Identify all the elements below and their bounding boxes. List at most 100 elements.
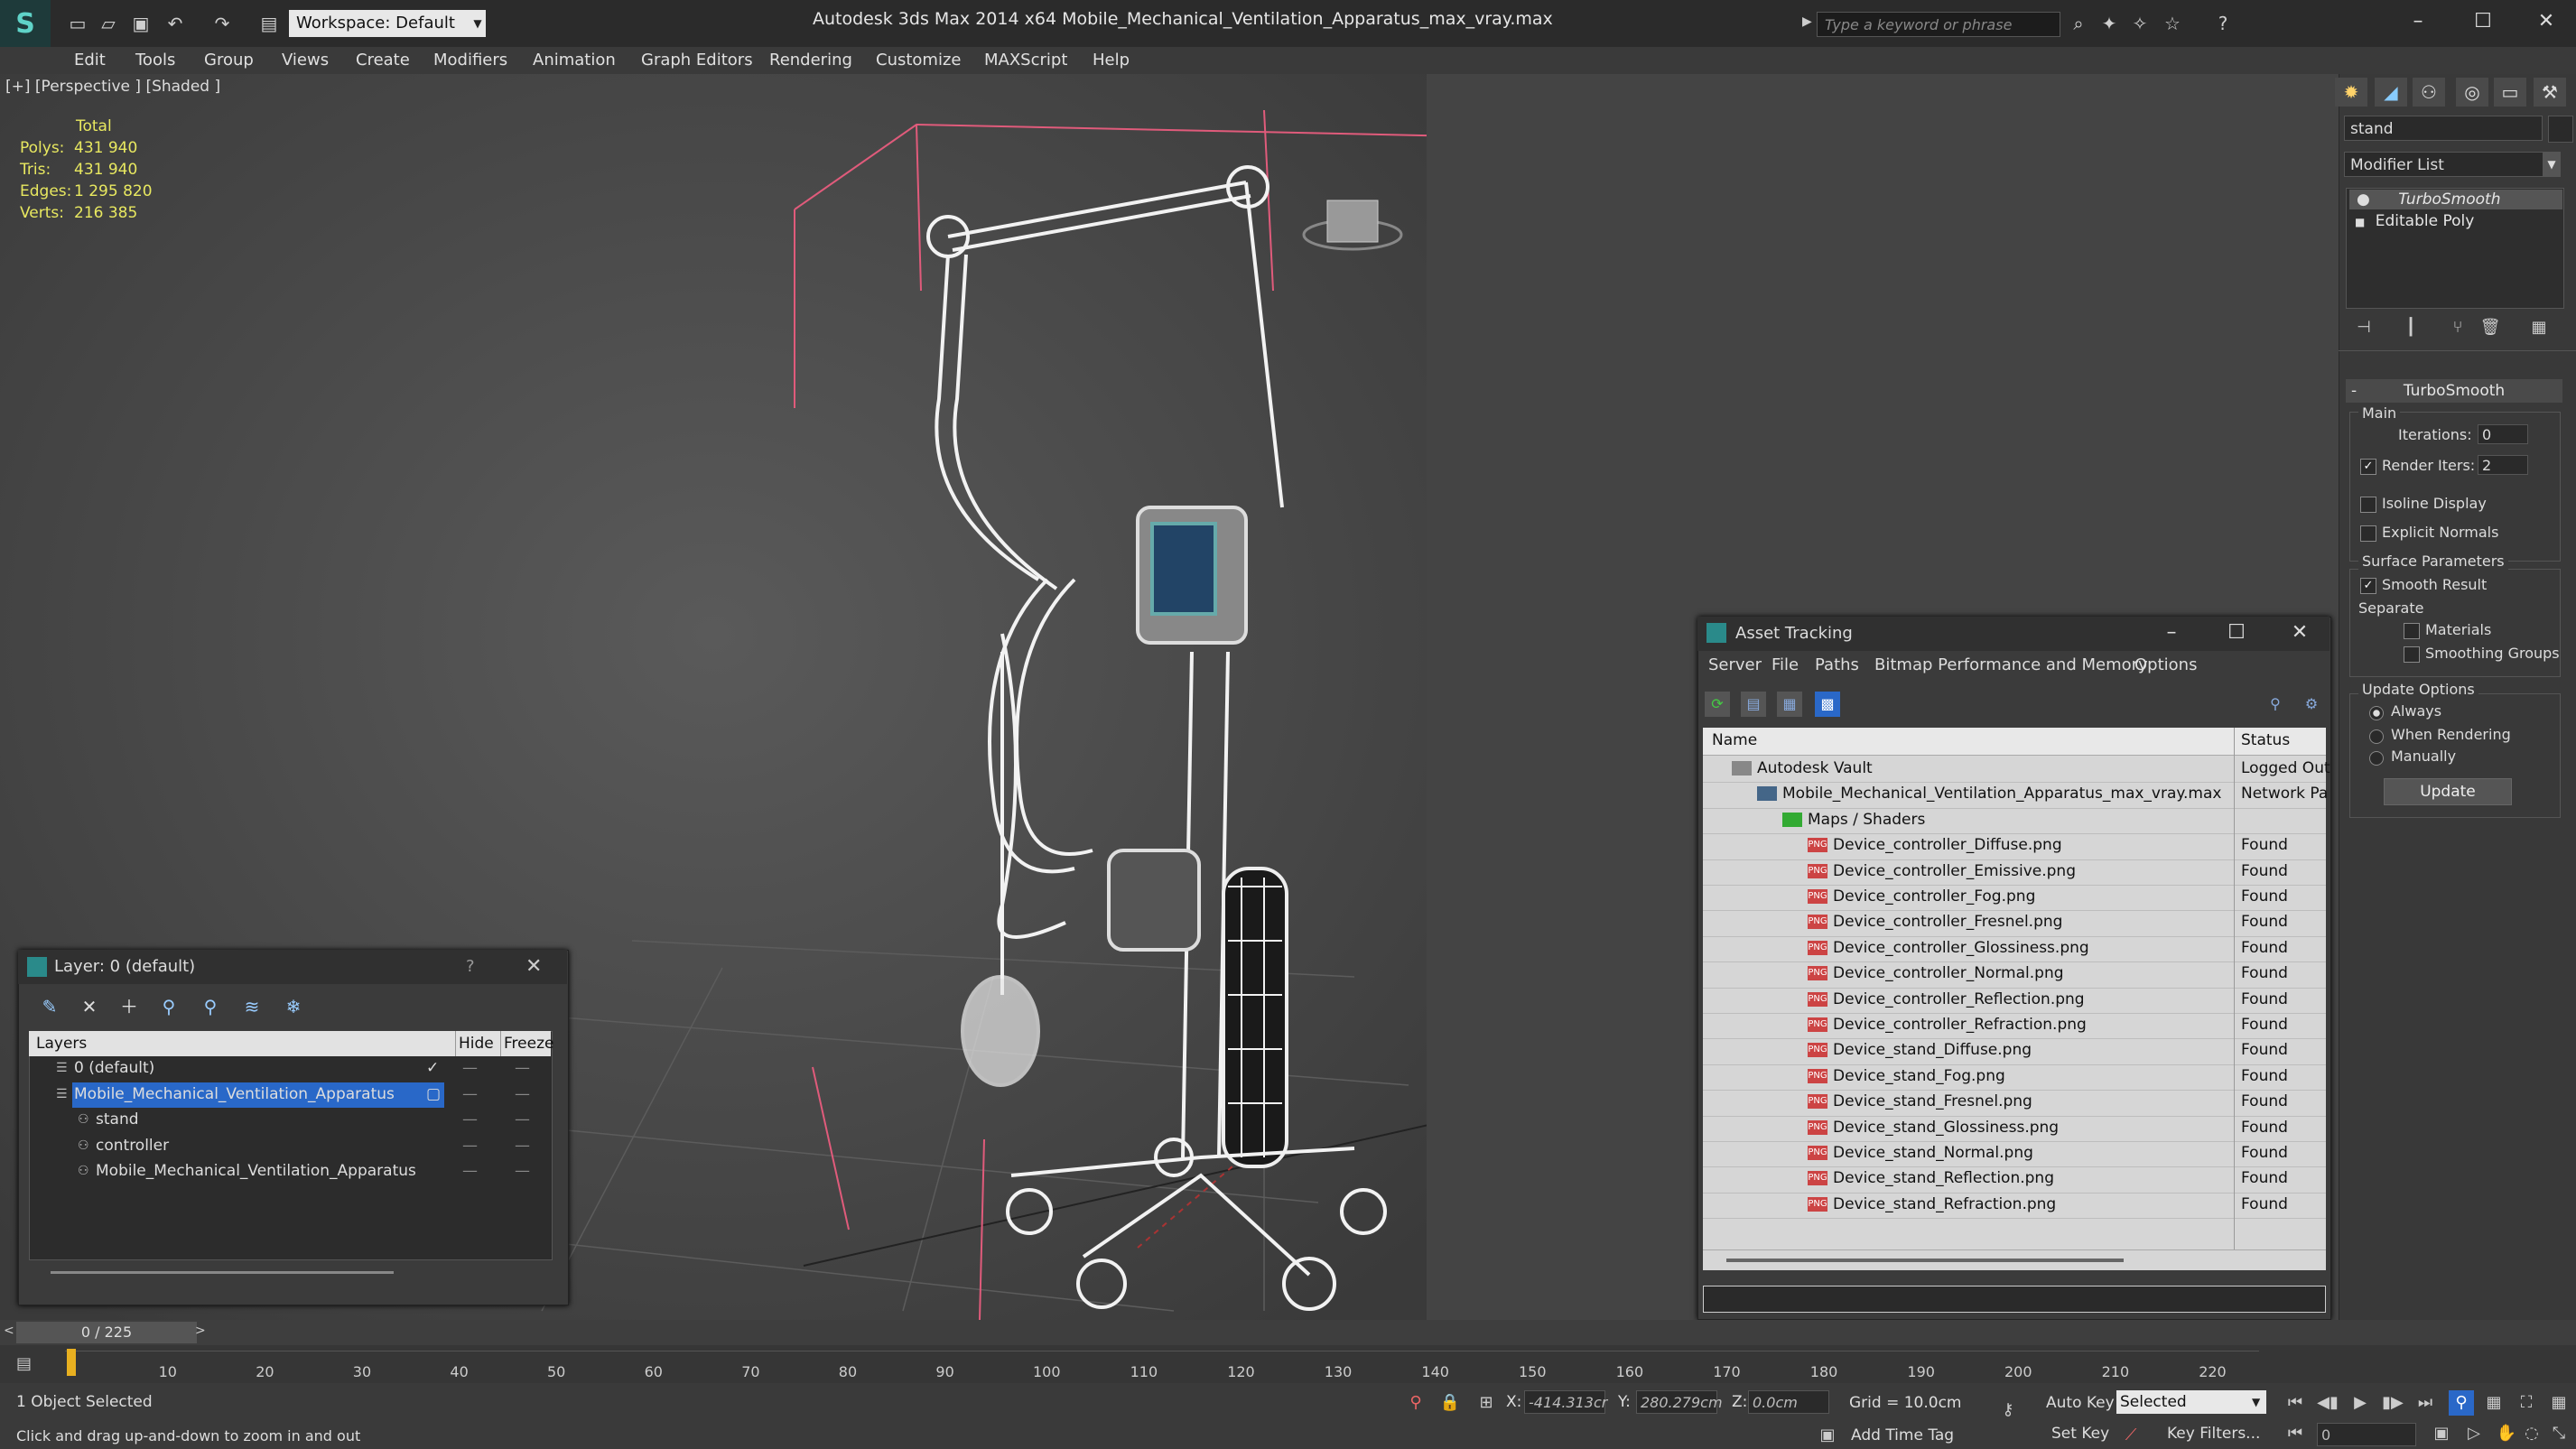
- smooth-result-checkbox[interactable]: ✓: [2360, 578, 2376, 594]
- binoculars-icon[interactable]: ⌕: [2066, 11, 2091, 36]
- asset-row[interactable]: Maps / Shaders: [1703, 808, 2326, 835]
- modifier-list-arrow-icon[interactable]: ▼: [2543, 152, 2561, 177]
- prev-frame-icon[interactable]: <: [4, 1324, 14, 1338]
- materials-checkbox[interactable]: [2404, 623, 2420, 639]
- key-filters-button[interactable]: Key Filters...: [2167, 1425, 2260, 1443]
- freeze-all-icon[interactable]: ❄: [280, 993, 307, 1020]
- favorites-star-icon[interactable]: ☆: [2160, 11, 2185, 36]
- asset-path-field[interactable]: [1703, 1286, 2326, 1313]
- asset-row[interactable]: Autodesk Vault Logged Out: [1703, 757, 2330, 784]
- table-view-icon[interactable]: ▩: [1815, 692, 1840, 717]
- current-layer-icon[interactable]: ▢: [426, 1085, 441, 1103]
- field-of-view-icon[interactable]: ▷: [2461, 1421, 2487, 1446]
- undo-icon[interactable]: ↶: [163, 11, 188, 36]
- menu-create[interactable]: Create: [356, 47, 410, 74]
- asset-row[interactable]: PNG Device_stand_Refraction.png Found: [1703, 1193, 2326, 1220]
- set-key-button[interactable]: Set Key: [2051, 1425, 2109, 1443]
- lightbulb-icon[interactable]: ●: [2357, 190, 2370, 209]
- modify-tab-icon[interactable]: ◢: [2375, 78, 2407, 107]
- delete-layer-icon[interactable]: ✕: [76, 993, 103, 1020]
- search-input[interactable]: Type a keyword or phrase: [1817, 12, 2060, 37]
- zoom-all-icon[interactable]: ▦: [2481, 1390, 2506, 1416]
- hide-toggle[interactable]: —: [462, 1110, 478, 1129]
- menu-modifiers[interactable]: Modifiers: [433, 47, 507, 74]
- utilities-tab-icon[interactable]: ⚒: [2534, 78, 2566, 107]
- workspace-dropdown[interactable]: Workspace: Default: [289, 10, 470, 37]
- hide-toggle[interactable]: —: [462, 1059, 478, 1077]
- time-slider[interactable]: [0, 1320, 2576, 1345]
- hide-all-icon[interactable]: ≋: [238, 993, 265, 1020]
- auto-key-button[interactable]: Auto Key: [2046, 1394, 2115, 1412]
- column-layers[interactable]: Layers: [36, 1035, 87, 1053]
- asset-row[interactable]: PNG Device_controller_Diffuse.png Found: [1703, 833, 2326, 860]
- freeze-toggle[interactable]: —: [515, 1137, 530, 1155]
- help-icon[interactable]: ?: [2210, 11, 2236, 36]
- asset-row[interactable]: PNG Device_controller_Fog.png Found: [1703, 885, 2326, 912]
- absolute-mode-icon[interactable]: ⊞: [1474, 1390, 1499, 1416]
- freeze-toggle[interactable]: —: [515, 1085, 530, 1103]
- layer-row[interactable]: ⚇ Mobile_Mechanical_Ventilation_Apparatus…: [29, 1159, 551, 1185]
- add-time-tag[interactable]: Add Time Tag: [1851, 1426, 1954, 1444]
- hide-toggle[interactable]: —: [462, 1162, 478, 1180]
- render-iters-spinner[interactable]: 2: [2478, 455, 2528, 475]
- freeze-toggle[interactable]: —: [515, 1162, 530, 1180]
- menu-tools[interactable]: Tools: [135, 47, 175, 74]
- iterations-spinner[interactable]: 0: [2478, 424, 2528, 444]
- asset-row[interactable]: PNG Device_controller_Glossiness.png Found: [1703, 936, 2326, 963]
- next-frame-button-icon[interactable]: ▮▶: [2380, 1390, 2405, 1416]
- render-iters-checkbox[interactable]: ✓: [2360, 459, 2376, 475]
- help-lookup-icon[interactable]: ⚲: [2263, 692, 2288, 717]
- when-rendering-radio[interactable]: [2369, 729, 2384, 744]
- previous-frame-icon[interactable]: ◀▮: [2315, 1390, 2340, 1416]
- asset-row[interactable]: Mobile_Mechanical_Ventilation_Apparatus_…: [1703, 782, 2328, 809]
- key-mode-icon[interactable]: ⚷: [1995, 1398, 2021, 1423]
- viewport-label[interactable]: [+] [Perspective ] [Shaded ]: [5, 78, 220, 96]
- menu-edit[interactable]: Edit: [74, 47, 106, 74]
- object-name-input[interactable]: stand: [2344, 116, 2543, 141]
- play-icon[interactable]: ▶: [2348, 1390, 2373, 1416]
- asset-row[interactable]: PNG Device_controller_Refraction.png Found: [1703, 1013, 2326, 1040]
- app-logo-icon[interactable]: S: [0, 0, 51, 47]
- y-coordinate-field[interactable]: 280.279cm: [1636, 1390, 1723, 1414]
- manually-radio[interactable]: [2369, 751, 2384, 766]
- go-to-end-icon[interactable]: ⏭: [2413, 1390, 2438, 1416]
- orbit-icon[interactable]: ◌: [2519, 1421, 2544, 1446]
- workspace-dropdown-arrow-icon[interactable]: ▼: [470, 10, 486, 37]
- menu-graph-editors[interactable]: Graph Editors: [641, 47, 753, 74]
- stack-item-turbosmooth[interactable]: ● TurboSmooth: [2349, 190, 2562, 209]
- explicit-normals-checkbox[interactable]: [2360, 525, 2376, 542]
- communication-icon[interactable]: ✧: [2127, 11, 2153, 36]
- object-color-swatch[interactable]: [2548, 116, 2573, 143]
- asset-menu-paths[interactable]: Paths: [1815, 655, 1859, 674]
- asset-menu-server[interactable]: Server: [1708, 655, 1762, 674]
- close-icon[interactable]: ✕: [2519, 5, 2573, 38]
- hierarchy-tab-icon[interactable]: ⚇: [2413, 78, 2445, 107]
- pin-stack-icon[interactable]: ⊣: [2353, 318, 2375, 339]
- z-coordinate-field[interactable]: 0.0cm: [1748, 1390, 1829, 1414]
- list-view-icon[interactable]: ▤: [1741, 692, 1766, 717]
- display-tab-icon[interactable]: ▭: [2494, 78, 2526, 107]
- key-set-dropdown-arrow-icon[interactable]: ▼: [2252, 1390, 2260, 1414]
- key-set-dropdown[interactable]: Selected: [2116, 1390, 2266, 1414]
- isoline-display-checkbox[interactable]: [2360, 497, 2376, 513]
- current-frame-field[interactable]: 0: [2317, 1423, 2416, 1446]
- minimize-icon[interactable]: –: [2391, 5, 2445, 38]
- layer-close-icon[interactable]: ✕: [525, 955, 542, 978]
- asset-row[interactable]: PNG Device_stand_Reflection.png Found: [1703, 1166, 2326, 1194]
- zoom-extents-icon[interactable]: ⛶: [2514, 1390, 2539, 1416]
- open-file-icon[interactable]: ▱: [96, 11, 121, 36]
- asset-row[interactable]: PNG Device_controller_Reflection.png Found: [1703, 988, 2326, 1014]
- asset-horizontal-scrollbar[interactable]: [1703, 1249, 2326, 1270]
- stack-item-editable-poly[interactable]: ■ Editable Poly: [2349, 211, 2474, 231]
- maximize-viewport-icon[interactable]: ⤡: [2546, 1421, 2571, 1446]
- time-tag-icon[interactable]: ▣: [1815, 1423, 1840, 1448]
- redo-icon[interactable]: ↷: [209, 11, 235, 36]
- modifier-list-dropdown[interactable]: Modifier List: [2344, 152, 2561, 177]
- subscription-icon[interactable]: ✦: [2097, 11, 2122, 36]
- menu-maxscript[interactable]: MAXScript: [984, 47, 1067, 74]
- smoothing-groups-checkbox[interactable]: [2404, 646, 2420, 663]
- layer-row[interactable]: ⚇ stand — —: [29, 1108, 551, 1134]
- asset-menu-file[interactable]: File: [1772, 655, 1799, 674]
- freeze-toggle[interactable]: —: [515, 1059, 530, 1077]
- turbosmooth-rollout-header[interactable]: - TurboSmooth: [2346, 379, 2562, 403]
